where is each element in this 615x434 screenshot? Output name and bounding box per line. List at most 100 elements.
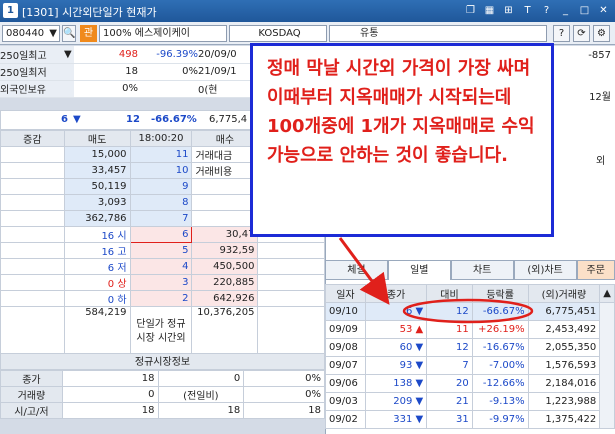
info-rate [138,80,198,98]
total-sell: 584,219 [63,306,131,357]
buy-qty: 642,926 [191,290,259,307]
row-volume: 2,453,492 [527,320,601,339]
buy-stat: 16 시 [63,226,131,243]
window-title: [1301] 시간외단일가 현재가 [22,6,157,19]
dropdown-icon[interactable]: ▼ [64,46,74,64]
info-label: 외국인보유 [0,80,74,98]
session-label[interactable]: 단일가 정규시장 시간외 [129,306,193,357]
down-arrow-icon: ▼ [415,414,424,425]
dropdown-icon[interactable]: ▼ [49,26,59,41]
buy-price: 5 [129,242,193,259]
regular-value: 18 [61,402,159,419]
row-close: 138 [393,378,413,389]
buy-qty: 450,500 [191,258,259,275]
buy-row[interactable]: 0 상 3 220,885 [0,274,325,291]
row-close: 6 [405,306,413,317]
table-row[interactable]: 09/03 209 ▼ 21 -9.13% 1,223,988 [325,392,615,411]
stock-name: 에스제이케이 [134,28,190,39]
refresh-icon[interactable]: ⟳ [573,25,590,42]
regular-value: (전일비) [157,386,245,403]
daily-table: 일자 종가 대비 등락률 (외)거래량 ▲ 09/10 6 ▼ 12 -66.6… [325,284,615,429]
tab-daily[interactable]: 일별 [387,260,451,280]
tab-chart[interactable]: 차트 [450,260,514,280]
buy-row[interactable]: 0 하 2 642,926 [0,290,325,307]
tab-after-hours-chart[interactable]: (외)차트 [513,260,577,280]
stock-name-field[interactable]: 100% 에스제이케이 [99,25,227,42]
scrollbar[interactable] [599,302,615,429]
buy-row[interactable]: 16 고 5 932,59 [0,242,325,259]
table-row[interactable]: 09/02 331 ▼ 31 -9.97% 1,375,422 [325,410,615,429]
market-label: KOSDAQ [229,25,327,42]
table-row[interactable]: 09/10 6 ▼ 12 -66.67% 6,775,451 [325,302,615,429]
annotation-box: 정매 막날 시간외 가격이 가장 싸며 이때부터 지옥매매가 시작되는데 100… [250,43,554,237]
right-info-month: 12월 [589,92,611,103]
layout-icon[interactable]: ⊞ [501,3,516,18]
sell-price: 11 [129,146,193,163]
sell-qty: 50,119 [63,178,131,195]
info-value: 0% [74,80,138,98]
info-rate: -96.39% [138,46,198,64]
stock-code-bar: 080440 ▼ 🔍 관 100% 에스제이케이 KOSDAQ 유통 ? ⟳ ⚙ [0,22,615,45]
row-rate: -9.97% [471,410,529,429]
buy-qty: 932,59 [191,242,259,259]
row-volume: 6,775,451 [527,302,601,321]
row-close: 209 [393,396,413,407]
row-volume: 1,375,422 [527,410,601,429]
down-arrow-icon: ▼ [415,342,424,353]
buy-stat: 0 상 [63,274,131,291]
sell-price: 7 [129,210,193,227]
font-icon[interactable]: T [520,3,535,18]
maximize-icon[interactable]: □ [577,3,592,18]
row-date: 09/03 [325,392,366,411]
row-diff: 31 [426,410,473,429]
buy-price: 4 [129,258,193,275]
minimize-icon[interactable]: _ [558,3,573,18]
help-icon[interactable]: ? [539,3,554,18]
table-row[interactable]: 09/06 138 ▼ 20 -12.66% 2,184,016 [325,374,615,393]
scroll-up-icon[interactable]: ▲ [599,284,615,303]
row-volume: 2,055,350 [527,338,601,357]
stock-code-input[interactable]: 080440 ▼ [2,25,60,42]
tile-icon[interactable]: ▦ [482,3,497,18]
row-date: 09/07 [325,356,366,375]
tab-trades[interactable]: 체결 [325,260,388,280]
buy-price: 3 [129,274,193,291]
restore-icon[interactable]: ❐ [463,3,478,18]
sell-qty: 3,093 [63,194,131,211]
buy-stat: 6 저 [63,258,131,275]
settings-icon[interactable]: ⚙ [593,25,610,42]
info-date: 0(현 [198,80,258,98]
search-icon[interactable]: 🔍 [62,25,76,42]
row-volume: 2,184,016 [527,374,601,393]
info-label: 250일최고 [0,46,64,64]
table-row[interactable]: 09/09 53 ▲ 11 +26.19% 2,453,492 [325,320,615,339]
row-diff: 7 [426,356,473,375]
table-row[interactable]: 09/08 60 ▼ 12 -16.67% 2,055,350 [325,338,615,357]
row-date: 09/06 [325,374,366,393]
row-diff: 11 [426,320,473,339]
down-arrow-icon: ▼ [73,114,81,125]
buy-stat: 0 하 [63,290,131,307]
sell-price: 9 [129,178,193,195]
regular-value: 18 [243,402,325,419]
buy-stat: 16 고 [63,242,131,259]
stock-code-value: 080440 [6,28,45,39]
annotation-text: 정매 막날 시간외 가격이 가장 싸며 이때부터 지옥매매가 시작되는데 100… [267,58,535,166]
row-close: 93 [399,360,413,371]
row-date: 09/09 [325,320,366,339]
info-rate: 0% [138,63,198,81]
buy-price: 6 [129,226,193,243]
tab-order[interactable]: 주문 [576,260,615,280]
right-tabs: 체결 일별 차트 (외)차트 주문 [325,260,615,280]
regular-market-title: 정규시장정보 [0,353,325,370]
price-change: 12 [126,114,140,125]
table-row[interactable]: 09/07 93 ▼ 7 -7.00% 1,576,593 [325,356,615,375]
help-button[interactable]: ? [553,25,570,42]
header-volume: (외)거래량 [527,284,601,303]
row-close: 331 [393,414,413,425]
close-icon[interactable]: ✕ [596,3,611,18]
down-arrow-icon: ▼ [415,360,424,371]
regular-value: 18 [61,370,159,387]
buy-row[interactable]: 6 저 4 450,500 [0,258,325,275]
regular-value: 0 [157,370,245,387]
